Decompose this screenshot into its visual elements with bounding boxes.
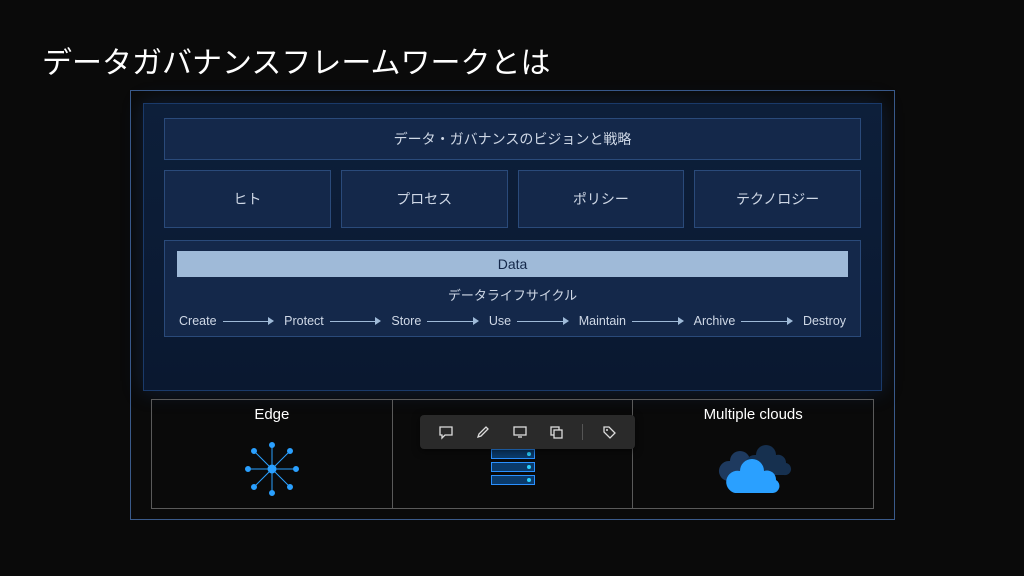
arrow-icon <box>632 321 688 322</box>
pillar-policy: ポリシー <box>518 170 685 228</box>
arrow-icon <box>741 321 797 322</box>
step-store: Store <box>391 314 421 328</box>
network-star-icon <box>242 439 302 499</box>
tag-icon <box>601 424 617 440</box>
step-protect: Protect <box>284 314 324 328</box>
pillar-technology: テクノロジー <box>694 170 861 228</box>
env-clouds-label: Multiple clouds <box>704 406 803 423</box>
tag-button[interactable] <box>598 421 620 443</box>
comment-button[interactable] <box>435 421 457 443</box>
page-title: データガバナンスフレームワークとは <box>42 38 551 82</box>
step-archive: Archive <box>694 314 736 328</box>
multiple-clouds-icon <box>708 441 798 496</box>
vision-strategy-box: データ・ガバナンスのビジョンと戦略 <box>164 118 861 160</box>
env-clouds: Multiple clouds <box>632 399 874 509</box>
env-edge: Edge <box>151 399 393 509</box>
governance-panel: データ・ガバナンスのビジョンと戦略 ヒト プロセス ポリシー テクノロジー Da… <box>143 103 882 391</box>
arrow-icon <box>427 321 483 322</box>
lifecycle-steps: Create Protect Store Use Maintain Archiv… <box>177 314 848 328</box>
pen-button[interactable] <box>472 421 494 443</box>
step-use: Use <box>489 314 511 328</box>
lifecycle-label: データライフサイクル <box>177 285 848 304</box>
step-maintain: Maintain <box>579 314 626 328</box>
arrow-icon <box>330 321 386 322</box>
pillar-process: プロセス <box>341 170 508 228</box>
framework-frame: データ・ガバナンスのビジョンと戦略 ヒト プロセス ポリシー テクノロジー Da… <box>130 90 895 520</box>
screen-icon <box>512 424 528 440</box>
lifecycle-box: Data データライフサイクル Create Protect Store Use… <box>164 240 861 337</box>
copy-button[interactable] <box>545 421 567 443</box>
arrow-icon <box>517 321 573 322</box>
copy-icon <box>548 424 564 440</box>
step-destroy: Destroy <box>803 314 846 328</box>
arrow-icon <box>223 321 279 322</box>
screen-button[interactable] <box>509 421 531 443</box>
pillars-row: ヒト プロセス ポリシー テクノロジー <box>164 170 861 228</box>
toolbar-separator <box>582 424 583 440</box>
env-edge-label: Edge <box>254 406 289 423</box>
comment-icon <box>438 424 454 440</box>
pillar-people: ヒト <box>164 170 331 228</box>
data-bar: Data <box>177 251 848 277</box>
pen-icon <box>475 424 491 440</box>
presenter-toolbar[interactable] <box>420 415 635 449</box>
vision-label: データ・ガバナンスのビジョンと戦略 <box>394 129 632 149</box>
step-create: Create <box>179 314 217 328</box>
